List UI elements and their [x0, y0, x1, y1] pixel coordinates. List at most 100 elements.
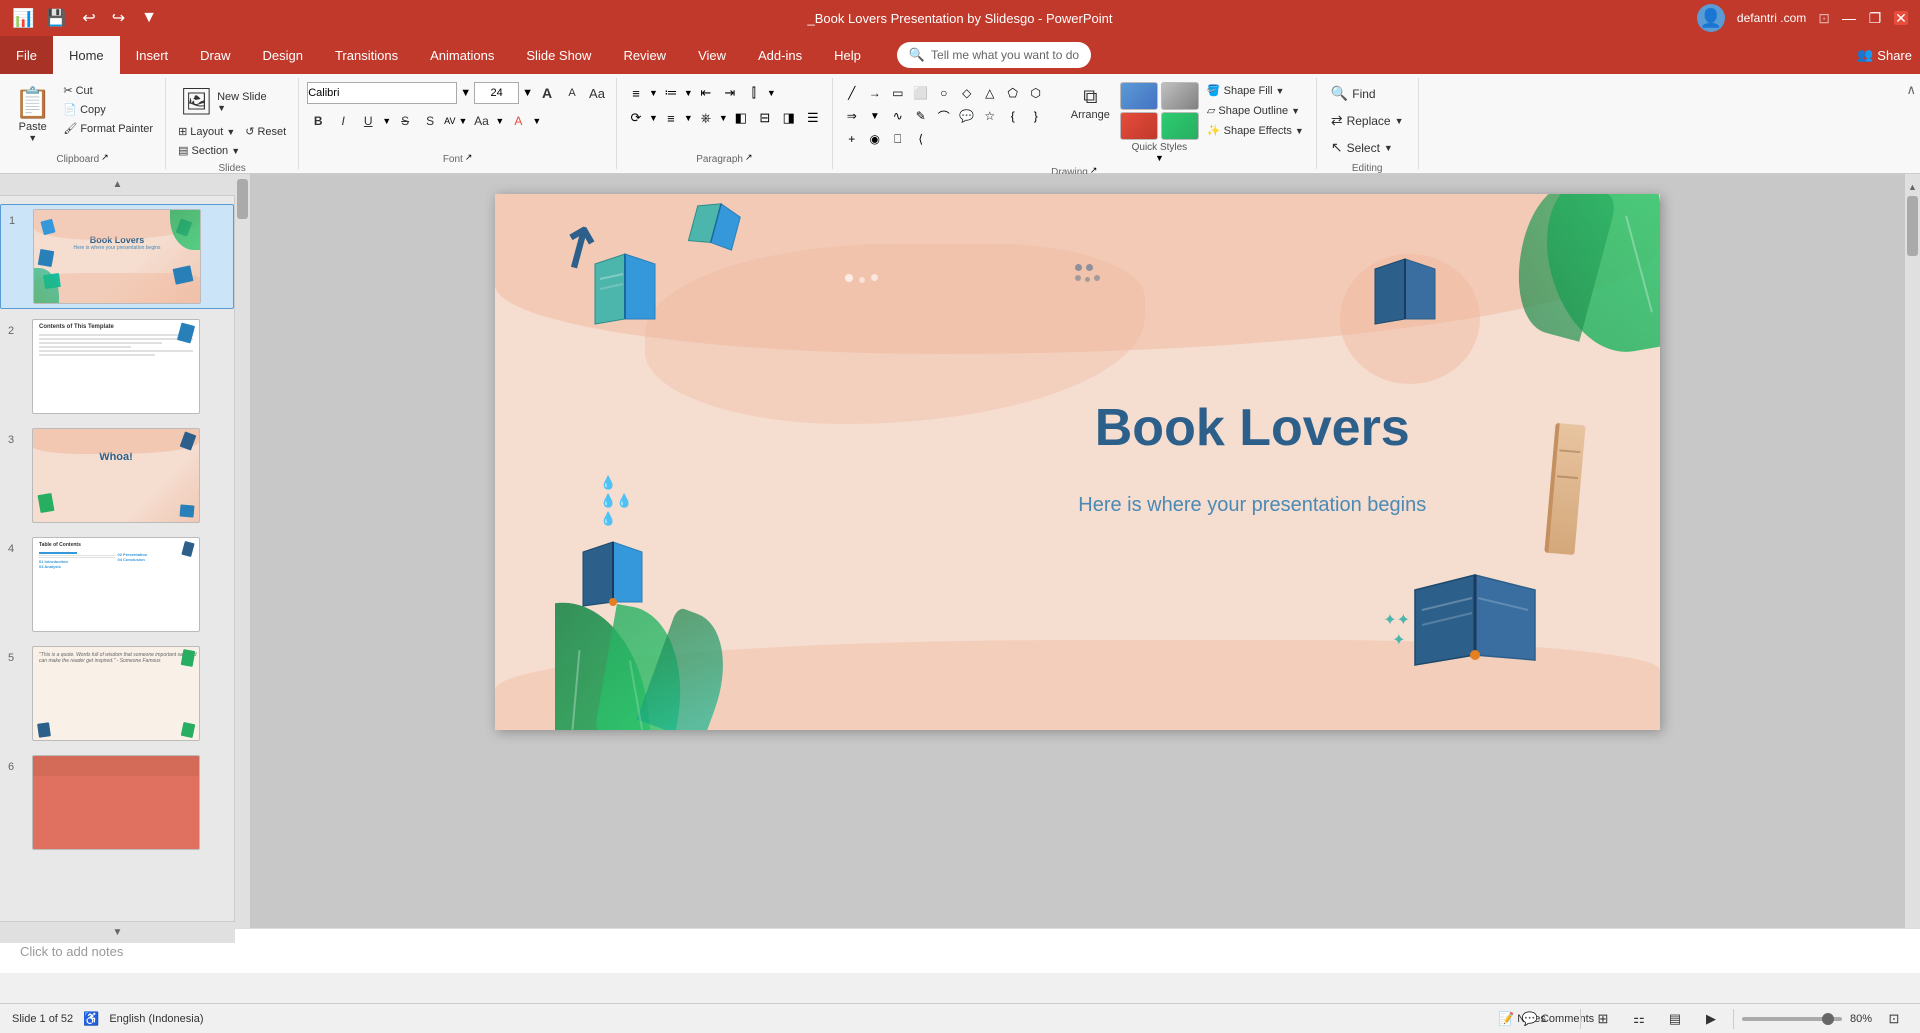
shape-fill-button[interactable]: 🪣 Shape Fill ▼	[1203, 82, 1308, 99]
tab-design[interactable]: Design	[247, 36, 319, 74]
comments-button[interactable]: 💬 Comments	[1544, 1008, 1572, 1030]
change-case-dropdown[interactable]: ▼	[495, 116, 504, 126]
collapse-ribbon-button[interactable]: ∧	[1906, 82, 1916, 98]
copy-button[interactable]: 📄 Copy	[59, 101, 157, 118]
reading-view-button[interactable]: ▤	[1661, 1008, 1689, 1030]
font-color-dropdown[interactable]: ▼	[532, 116, 541, 126]
shape-arrow2[interactable]: ⇒	[841, 105, 863, 127]
zoom-slider-thumb[interactable]	[1822, 1013, 1834, 1025]
tab-file[interactable]: File	[0, 36, 53, 74]
slide-thumbnail-1[interactable]: 1 Book Lovers Here is where your present…	[0, 204, 234, 309]
strikethrough-button[interactable]: S	[394, 110, 416, 132]
slide-sorter-button[interactable]: ⚏	[1625, 1008, 1653, 1030]
shape-cross[interactable]: +	[841, 128, 863, 150]
slide-panel-scrollbar[interactable]	[235, 174, 250, 943]
format-painter-button[interactable]: 🖌 Format Painter	[59, 120, 157, 137]
tab-transitions[interactable]: Transitions	[319, 36, 414, 74]
font-decrease-button[interactable]: A	[561, 82, 583, 104]
font-family-select[interactable]	[307, 82, 457, 104]
slide-thumbnail-2[interactable]: 2 Contents of This Template	[0, 315, 234, 418]
slideshow-button[interactable]: ▶	[1697, 1008, 1725, 1030]
increase-indent-button[interactable]: ⇥	[719, 82, 741, 104]
text-direction-button[interactable]: ⟳	[625, 107, 647, 129]
quick-styles-dropdown[interactable]: ▼	[1155, 153, 1164, 163]
slide-scroll-down-button[interactable]: ▼	[0, 921, 235, 943]
shape-freeform[interactable]: ✎	[910, 105, 932, 127]
clipboard-expand-icon[interactable]: ↗	[101, 152, 109, 163]
shape-brace[interactable]: }	[1025, 105, 1047, 127]
customize-qat-button[interactable]: ▼	[137, 7, 161, 29]
shape-callout[interactable]: 💬	[956, 105, 978, 127]
tab-help[interactable]: Help	[818, 36, 877, 74]
slide-thumbnail-5[interactable]: 5 "This is a quote. Words full of wisdom…	[0, 642, 234, 745]
notes-area[interactable]: Click to add notes	[0, 928, 1920, 973]
tab-slideshow[interactable]: Slide Show	[510, 36, 607, 74]
slide-thumbnail-6[interactable]: 6	[0, 751, 234, 854]
font-size-dropdown[interactable]: ▼	[522, 87, 533, 99]
align-right-button[interactable]: ◨	[778, 107, 800, 129]
shape-circle[interactable]: ○	[933, 82, 955, 104]
align-text-button[interactable]: ≡	[660, 107, 682, 129]
font-expand-icon[interactable]: ↗	[465, 152, 473, 163]
minimize-button[interactable]: —	[1842, 11, 1856, 25]
shape-bracket[interactable]: {	[1002, 105, 1024, 127]
find-button[interactable]: 🔍 Find	[1325, 82, 1410, 105]
shape-arc[interactable]: ⌒	[933, 105, 955, 127]
slide-thumbnail-4[interactable]: 4 Table of Contents 01 Introduction 03 A…	[0, 533, 234, 636]
canvas-vscroll[interactable]: ▲ ▼	[1905, 174, 1920, 943]
text-shadow-button[interactable]: S	[419, 110, 441, 132]
decrease-indent-button[interactable]: ⇤	[695, 82, 717, 104]
tab-view[interactable]: View	[682, 36, 742, 74]
restore-button[interactable]: ❐	[1868, 11, 1882, 25]
shape-rect[interactable]: ▭	[887, 82, 909, 104]
font-size-input[interactable]	[474, 82, 519, 104]
align-left-button[interactable]: ◧	[730, 107, 752, 129]
font-color-button[interactable]: A	[507, 110, 529, 132]
slide-scroll-up-button[interactable]: ▲	[0, 174, 235, 196]
slide-thumbnail-3[interactable]: 3 Whoa!	[0, 424, 234, 527]
tab-review[interactable]: Review	[607, 36, 682, 74]
shape-star[interactable]: ☆	[979, 105, 1001, 127]
tab-insert[interactable]: Insert	[120, 36, 185, 74]
slide-subtitle[interactable]: Here is where your presentation begins	[903, 494, 1602, 517]
slide-canvas[interactable]: ↗ 💧💧💧💧 Book Lovers Here is where your pr…	[495, 194, 1660, 730]
layout-button[interactable]: ⊞ Layout ▼	[174, 123, 239, 140]
tab-draw[interactable]: Draw	[184, 36, 246, 74]
clear-format-button[interactable]: Aa	[586, 82, 608, 104]
paragraph-expand-icon[interactable]: ↗	[745, 152, 753, 163]
qs-swatch-3[interactable]	[1120, 112, 1158, 140]
tab-home[interactable]: Home	[53, 36, 120, 74]
shape-equation[interactable]: ⟨	[910, 128, 932, 150]
accessibility-icon[interactable]: ♿	[83, 1011, 99, 1027]
underline-dropdown[interactable]: ▼	[382, 116, 391, 126]
font-family-dropdown[interactable]: ▼	[460, 87, 471, 99]
share-button[interactable]: 👥 Share	[1849, 43, 1920, 67]
shape-rounded-rect[interactable]: ⬜	[910, 82, 932, 104]
shape-line[interactable]: ╱	[841, 82, 863, 104]
qs-swatch-1[interactable]	[1120, 82, 1158, 110]
paste-button[interactable]: 📋 Paste ▼	[8, 82, 57, 147]
replace-button[interactable]: ⇄ Replace ▼	[1325, 109, 1410, 132]
zoom-slider-track[interactable]	[1742, 1017, 1842, 1021]
vscroll-up-icon[interactable]: ▲	[1908, 182, 1917, 192]
language[interactable]: English (Indonesia)	[109, 1013, 203, 1025]
undo-button[interactable]: ↩	[78, 6, 99, 30]
font-increase-button[interactable]: A	[536, 82, 558, 104]
justify-button[interactable]: ☰	[802, 107, 824, 129]
tab-animations[interactable]: Animations	[414, 36, 510, 74]
qs-swatch-4[interactable]	[1161, 112, 1199, 140]
shapes-more[interactable]: ▼	[864, 105, 886, 127]
bullets-dropdown[interactable]: ▼	[649, 88, 658, 98]
shape-action[interactable]: ◉	[864, 128, 886, 150]
columns-dropdown[interactable]: ▼	[767, 88, 776, 98]
cut-button[interactable]: ✂ Cut	[59, 82, 157, 99]
shape-effects-button[interactable]: ✨ Shape Effects ▼	[1203, 122, 1308, 139]
underline-button[interactable]: U	[357, 110, 379, 132]
smartart-dropdown[interactable]: ▼	[719, 113, 728, 123]
save-button[interactable]: 💾	[42, 6, 70, 30]
select-button[interactable]: ↖ Select ▼	[1325, 136, 1410, 159]
user-avatar[interactable]: 👤	[1697, 4, 1725, 32]
normal-view-button[interactable]: ⊞	[1589, 1008, 1617, 1030]
smartart-button[interactable]: ⎈	[695, 107, 717, 129]
shape-diamond[interactable]: ◇	[956, 82, 978, 104]
